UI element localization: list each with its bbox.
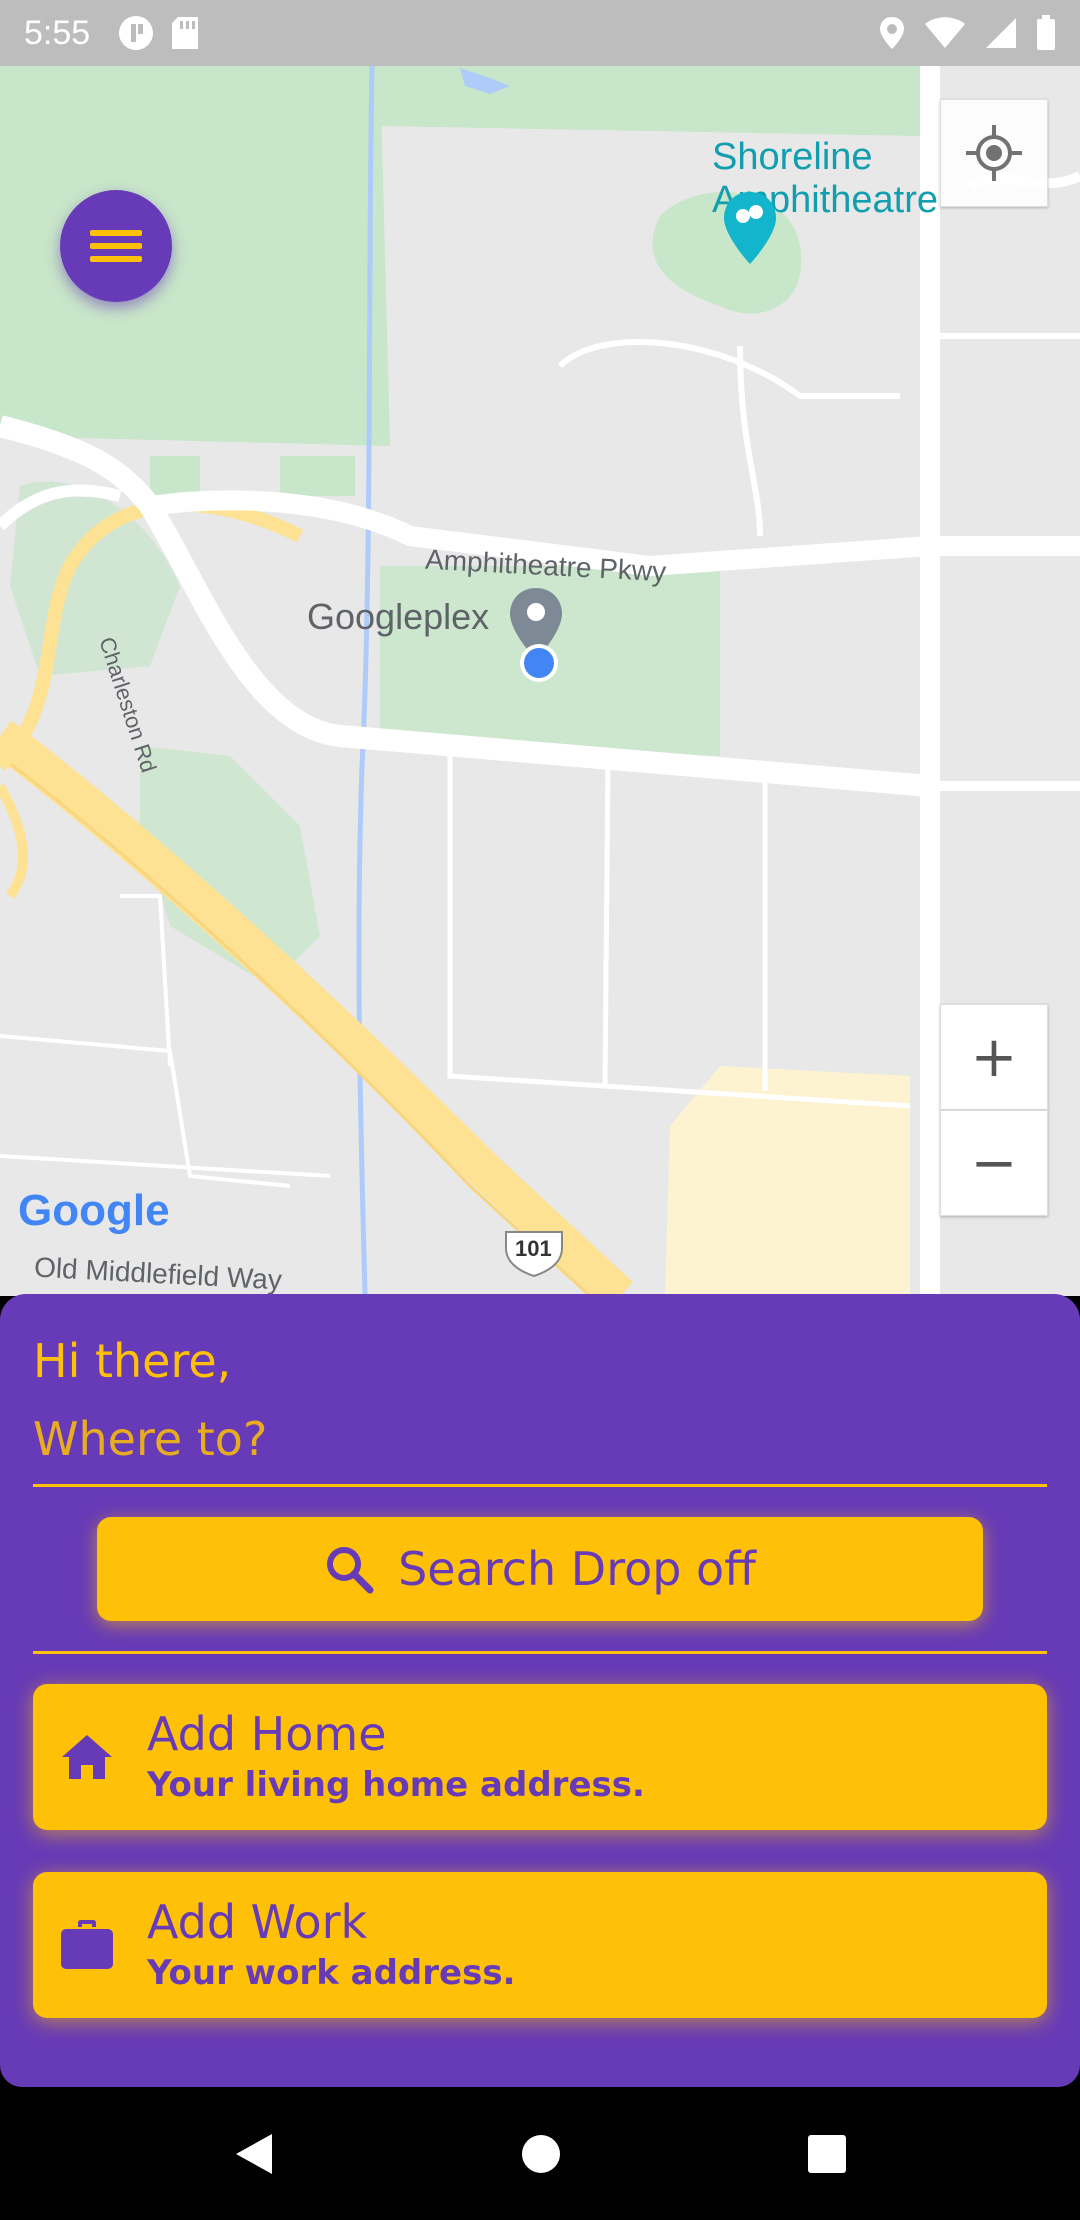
signal-icon (986, 18, 1016, 48)
briefcase-icon (61, 1920, 113, 1969)
google-logo-text: Google (18, 1186, 170, 1235)
back-icon[interactable] (232, 2130, 276, 2178)
greeting-text: Hi there, (33, 1334, 232, 1388)
google-logo: Google (18, 1186, 170, 1236)
current-location-icon (520, 644, 558, 682)
add-work-text: Add Work Your work address. (147, 1895, 516, 1995)
zoom-out-label: − (970, 1130, 1018, 1196)
notification-icon (119, 16, 154, 50)
add-work-card[interactable]: Add Work Your work address. (33, 1872, 1047, 2018)
add-home-title: Add Home (147, 1707, 387, 1761)
menu-button[interactable] (60, 190, 172, 302)
home-icon (62, 1735, 112, 1779)
hamburger-menu-icon (90, 230, 142, 262)
googleplex-label: Googleplex (307, 596, 490, 637)
add-home-text: Add Home Your living home address. (147, 1707, 645, 1807)
map-view[interactable]: Shoreline Amphitheatre Amphitheatre Pkwy… (0, 66, 1080, 1296)
add-work-title: Add Work (147, 1895, 368, 1949)
navigation-bar (0, 2087, 1080, 2220)
search-drop-off-label: Search Drop off (398, 1542, 756, 1596)
battery-icon (1037, 15, 1055, 50)
add-work-subtitle: Your work address. (147, 1953, 516, 1993)
zoom-in-label: + (970, 1024, 1018, 1090)
bottom-sheet: Hi there, Search Drop off Add Home Your … (0, 1294, 1080, 2087)
theatre-pin-icon (724, 192, 776, 264)
recents-icon[interactable] (806, 2133, 848, 2175)
status-time: 5:55 (24, 13, 91, 52)
search-icon (327, 1547, 374, 1594)
crosshair-icon (966, 125, 1022, 181)
zoom-out-button[interactable]: − (940, 1110, 1048, 1216)
my-location-button[interactable] (940, 99, 1048, 207)
add-home-card[interactable]: Add Home Your living home address. (33, 1684, 1047, 1830)
search-drop-off-button[interactable]: Search Drop off (97, 1517, 983, 1621)
add-home-subtitle: Your living home address. (147, 1765, 645, 1805)
work-icon-wrap (57, 1919, 117, 1971)
divider (33, 1651, 1047, 1654)
wifi-icon (925, 17, 965, 48)
home-icon-wrap (57, 1733, 117, 1781)
zoom-in-button[interactable]: + (940, 1004, 1048, 1110)
sd-card-icon (172, 17, 199, 49)
highway-101-label: 101 (515, 1236, 552, 1261)
location-icon (880, 17, 904, 49)
home-nav-icon[interactable] (520, 2133, 562, 2175)
status-bar: 5:55 (0, 0, 1080, 66)
where-to-input[interactable] (33, 1408, 1047, 1487)
